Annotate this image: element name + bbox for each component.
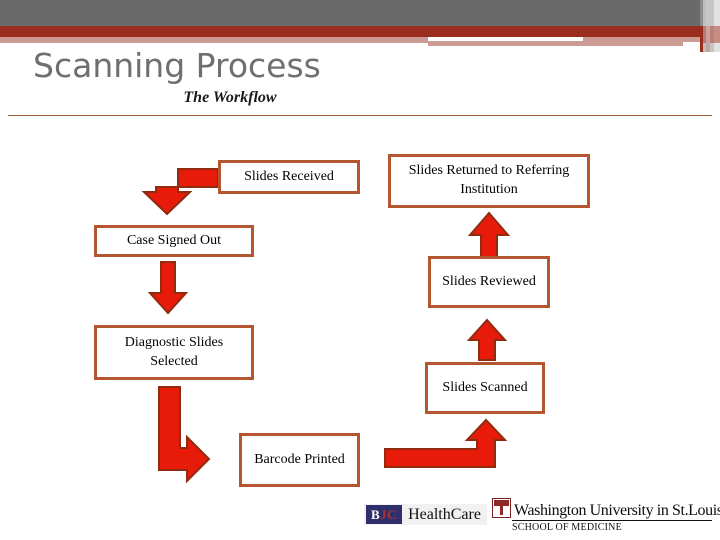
arrow-signed-out-to-diagnostic: [147, 261, 189, 315]
node-slides-reviewed[interactable]: Slides Reviewed: [428, 256, 550, 308]
bjc-wordmark: HealthCare: [408, 505, 481, 523]
bjc-healthcare-logo: BJC HealthCare: [364, 504, 487, 525]
node-slides-returned[interactable]: Slides Returned to Referring Institution: [388, 154, 590, 208]
node-case-signed-out[interactable]: Case Signed Out: [94, 225, 254, 257]
wustl-subtitle: SCHOOL OF MEDICINE: [512, 522, 622, 533]
arrow-barcode-to-scanned: [384, 418, 508, 468]
bjc-mark-b: B: [371, 507, 381, 522]
arrow-received-to-signed-out: [141, 168, 219, 216]
node-slides-received[interactable]: Slides Received: [218, 160, 360, 194]
arrow-diagnostic-to-barcode: [158, 386, 211, 484]
arrow-reviewed-to-returned: [467, 211, 511, 258]
workflow-arrows: [141, 168, 511, 484]
wustl-divider: [512, 520, 712, 521]
node-label: Slides Received: [244, 168, 334, 184]
node-barcode-printed[interactable]: Barcode Printed: [239, 433, 360, 487]
node-label: Slides Scanned: [442, 379, 528, 395]
node-label: Slides Returned to Referring Institution: [408, 163, 570, 197]
node-label: Slides Reviewed: [442, 273, 536, 289]
node-diagnostic-slides-selected[interactable]: Diagnostic Slides Selected: [94, 325, 254, 380]
bjc-monogram-icon: BJC: [366, 505, 403, 524]
footer-logos: BJC HealthCare Washington University in …: [0, 496, 720, 540]
workflow-diagram: Slides Received Slides Returned to Refer…: [0, 0, 720, 540]
wustl-logo-top-row: Washington University in St.Louis: [492, 498, 720, 519]
node-label: Diagnostic Slides Selected: [124, 334, 224, 369]
wustl-shield-icon: [492, 498, 511, 518]
arrow-scanned-to-reviewed: [466, 318, 508, 361]
node-label: Case Signed Out: [126, 232, 222, 248]
wustl-name: Washington University in St.Louis: [514, 502, 720, 519]
washington-university-logo: Washington University in St.Louis SCHOOL…: [492, 498, 720, 533]
node-label: Barcode Printed: [254, 451, 345, 467]
bjc-mark-jc: JC: [380, 507, 398, 522]
node-slides-scanned[interactable]: Slides Scanned: [425, 362, 545, 414]
